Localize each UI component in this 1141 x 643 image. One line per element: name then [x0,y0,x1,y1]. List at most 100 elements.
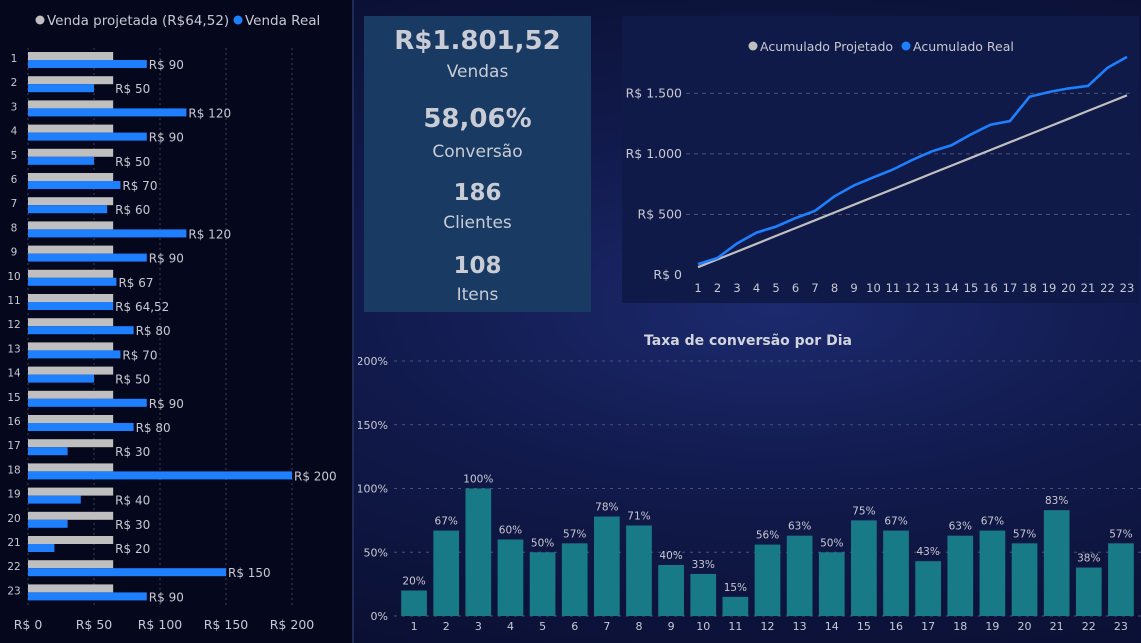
x-tick-label: 10 [696,620,710,633]
x-tick-label: 3 [475,620,482,633]
x-tick-label: 18 [953,620,967,633]
y-tick-label: 13 [7,343,20,355]
projected-bar [28,294,114,302]
real-value-label: R$ 90 [149,397,184,411]
x-tick-label: 21 [1050,620,1064,633]
bar-value-label: 63% [788,521,811,533]
x-tick-label: 20 [1018,620,1032,633]
x-tick-label: 16 [983,281,998,295]
x-tick-label: 12 [761,620,775,633]
y-tick-label: 21 [7,537,20,549]
y-tick-label: 1 [11,53,18,65]
x-tick-label: 15 [964,281,979,295]
x-tick-label: 4 [753,281,760,295]
x-tick-label: 19 [1042,281,1057,295]
real-bar [28,519,68,528]
y-tick-label: 17 [7,440,20,452]
bar-value-label: 56% [756,530,779,542]
x-tick-label: R$ 150 [204,617,249,632]
real-bar [28,156,94,165]
real-bar [28,229,187,238]
x-tick-label: 1 [694,281,701,295]
real-line [697,55,1128,266]
x-tick-label: 16 [889,620,903,633]
x-tick-label: 6 [571,620,578,633]
projected-bar [28,511,114,520]
real-value-label: R$ 50 [115,155,150,169]
x-tick-label: 5 [772,281,779,295]
projected-bar [28,536,114,544]
legend-projected-marker [748,41,758,51]
y-tick-label: 19 [7,489,20,501]
real-bar [28,471,292,480]
kpi-clients-label: Clientes [443,213,512,233]
projected-bar [28,366,114,375]
projected-bar [28,269,114,278]
projected-bar [28,342,114,351]
x-tick-label: 23 [1114,620,1128,633]
x-tick-label: 3 [733,281,740,295]
projected-bar [28,560,114,569]
y-tick-label: 8 [11,222,18,234]
real-bar [28,495,81,504]
y-tick-label: 20 [7,513,20,525]
projected-bar [28,584,114,593]
real-bar [28,423,134,431]
legend-projected-label: Acumulado Projetado [760,39,893,54]
conversion-bar [754,544,781,616]
x-tick-label: 22 [1082,620,1096,633]
x-tick-label: 5 [539,620,546,633]
real-bar [28,132,147,141]
real-value-label: R$ 50 [115,82,150,96]
conversion-rate-panel: Taxa de conversão por Dia 0% 50% 100% 150% 20… [357,322,1141,643]
projected-bar [28,390,114,399]
conversion-bar [401,590,427,616]
bar-value-label: 57% [1013,528,1036,540]
x-tick-label: 11 [728,620,742,633]
real-value-label: R$ 40 [115,494,150,508]
x-tick-label: 17 [921,620,935,633]
x-tick-label: 15 [857,620,871,633]
bar-value-label: 78% [595,502,618,514]
conversion-bar [851,520,877,616]
real-value-label: R$ 30 [115,445,150,459]
kpi-items-label: Itens [456,285,499,305]
x-tick-label: 9 [668,620,675,633]
bar-value-label: 33% [692,559,715,571]
x-tick-label: R$ 200 [270,617,315,632]
conversion-bar [561,543,588,616]
real-value-label: R$ 50 [115,373,150,387]
kpi-sales-label: Vendas [446,62,509,82]
real-value-label: R$ 70 [122,179,157,193]
x-tick-label: 7 [603,620,610,633]
real-bar [28,205,108,214]
y-tick-label: 100% [358,483,388,496]
y-tick-label: 12 [7,319,20,331]
bar-value-label: 83% [1045,495,1068,507]
projected-bar [28,52,114,60]
real-value-label: R$ 150 [228,566,271,580]
bar-value-label: 67% [884,516,907,528]
bar-value-label: 60% [499,525,522,537]
bar-value-label: 40% [659,550,682,562]
real-bar [28,60,147,68]
y-tick-label: 7 [11,198,18,210]
real-value-label: R$ 80 [136,324,171,338]
y-tick-label: 2 [11,77,18,89]
bar-value-label: 38% [1077,553,1100,565]
conversion-bar [947,535,974,616]
bar-value-label: 71% [627,510,650,522]
bar-value-label: 57% [563,528,586,540]
conversion-bar [883,530,909,616]
conversion-bar [433,530,460,616]
conversion-bar [1108,543,1134,616]
real-bar [28,253,147,262]
kpi-items-value: 108 [453,253,502,279]
real-value-label: R$ 67 [118,276,153,290]
conversion-bar [1011,543,1038,616]
x-tick-label: 1 [411,620,418,633]
x-tick-label: 11 [886,281,901,295]
y-tick-label: 3 [11,101,18,113]
real-value-label: R$ 70 [122,348,157,362]
x-tick-label: 8 [831,281,838,295]
